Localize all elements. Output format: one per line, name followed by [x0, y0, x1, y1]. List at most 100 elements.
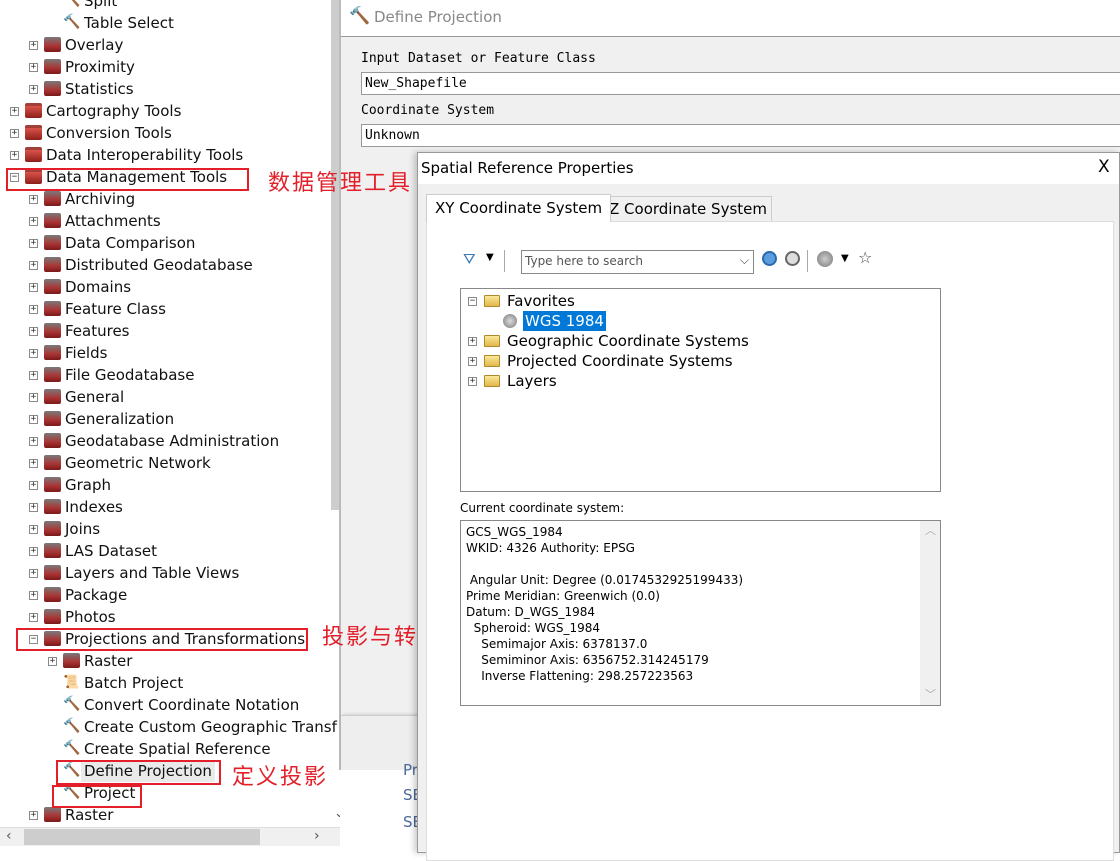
cs-tree-item[interactable]: + Projected Coordinate Systems [461, 351, 931, 371]
tree-item-label: File Geodatabase [65, 366, 195, 384]
expand-icon[interactable]: + [29, 547, 38, 556]
tree-item[interactable]: + Raster [0, 650, 330, 672]
expand-icon[interactable]: + [29, 217, 38, 226]
search-input[interactable]: Type here to search ⌵ [521, 250, 754, 274]
cs-tree-item[interactable]: WGS 1984 [461, 311, 931, 331]
tree-item[interactable]: 🔨 Create Spatial Reference [0, 738, 330, 760]
expand-icon[interactable]: + [29, 437, 38, 446]
collapse-icon[interactable]: − [468, 297, 477, 306]
globe-add-icon[interactable] [817, 251, 833, 267]
expand-icon[interactable]: + [29, 811, 38, 820]
horizontal-scrollbar[interactable]: ‹ › [0, 827, 350, 846]
tree-item[interactable]: + Domains [0, 276, 330, 298]
tree-item[interactable]: + Attachments [0, 210, 330, 232]
tree-item[interactable]: + Raster [0, 804, 330, 826]
expand-icon[interactable]: + [29, 41, 38, 50]
search-icon[interactable] [762, 251, 777, 266]
expand-icon[interactable]: + [29, 503, 38, 512]
tree-item[interactable]: 📜 Batch Project [0, 672, 330, 694]
tree-item[interactable]: + Layers and Table Views [0, 562, 330, 584]
expand-icon[interactable]: + [29, 393, 38, 402]
scroll-left-icon[interactable]: ‹ [6, 828, 12, 844]
tree-item[interactable]: 🔨 Split [0, 0, 330, 12]
tree-item[interactable]: + Statistics [0, 78, 330, 100]
dialog-title: Spatial Reference Properties [421, 159, 634, 177]
expand-icon[interactable]: + [48, 657, 57, 666]
tree-item-label: Convert Coordinate Notation [84, 696, 300, 714]
toolset-icon [44, 213, 61, 228]
expand-icon[interactable]: + [29, 305, 38, 314]
chevron-down-icon[interactable]: ⌵ [740, 253, 749, 268]
tree-item[interactable]: + Geodatabase Administration [0, 430, 330, 452]
expand-icon[interactable]: + [29, 63, 38, 72]
expand-icon[interactable]: + [29, 459, 38, 468]
expand-icon[interactable]: + [10, 107, 19, 116]
tab-xy-coordinate-system[interactable]: XY Coordinate System [426, 194, 612, 222]
expand-icon[interactable]: + [29, 591, 38, 600]
expand-icon[interactable]: + [29, 569, 38, 578]
expand-icon[interactable]: + [468, 377, 477, 386]
tree-item[interactable]: + Fields [0, 342, 330, 364]
tree-item[interactable]: + File Geodatabase [0, 364, 330, 386]
expand-icon[interactable]: + [29, 261, 38, 270]
expand-icon[interactable]: + [468, 357, 477, 366]
expand-icon[interactable]: + [29, 525, 38, 534]
tree-item[interactable]: + Data Interoperability Tools [0, 144, 330, 166]
hammer-icon: 🔨 [63, 740, 81, 756]
expand-icon[interactable]: + [29, 415, 38, 424]
tree-item[interactable]: + Cartography Tools [0, 100, 330, 122]
tree-item[interactable]: + Package [0, 584, 330, 606]
scroll-down-icon[interactable]: ﹀ [925, 687, 936, 703]
cs-tree-item[interactable]: + Geographic Coordinate Systems [461, 331, 931, 351]
expand-icon[interactable]: + [29, 613, 38, 622]
expand-icon[interactable]: + [29, 371, 38, 380]
tree-item[interactable]: + Proximity [0, 56, 330, 78]
favorites-folder-icon [484, 295, 500, 307]
close-icon[interactable]: X [1098, 157, 1110, 177]
clear-search-icon[interactable] [785, 251, 800, 266]
dropdown-arrow-icon[interactable]: ▼ [486, 252, 494, 263]
scroll-up-icon[interactable]: ︿ [925, 523, 936, 539]
expand-icon[interactable]: + [29, 239, 38, 248]
details-scrollbar[interactable]: ︿ ﹀ [920, 521, 940, 705]
horizontal-scrollbar-thumb[interactable] [24, 829, 260, 845]
expand-icon[interactable]: + [468, 337, 477, 346]
tree-item[interactable]: + Joins [0, 518, 330, 540]
tree-item-label: Joins [65, 520, 101, 538]
expand-icon[interactable]: + [29, 283, 38, 292]
expand-icon[interactable]: + [29, 327, 38, 336]
tree-item[interactable]: 🔨 Table Select [0, 12, 330, 34]
tree-item[interactable]: 🔨 Create Custom Geographic Transf [0, 716, 337, 738]
tree-item[interactable]: + Photos [0, 606, 330, 628]
dropdown-arrow-icon[interactable]: ▼ [841, 253, 849, 264]
cs-tree-item[interactable]: − Favorites [461, 291, 931, 311]
cs-tree-item[interactable]: + Layers [461, 371, 931, 391]
tree-item[interactable]: + Feature Class [0, 298, 330, 320]
tree-item[interactable]: + Data Comparison [0, 232, 330, 254]
scroll-right-icon[interactable]: › [314, 828, 320, 844]
tree-item[interactable]: + Geometric Network [0, 452, 330, 474]
tree-item[interactable]: + Indexes [0, 496, 330, 518]
expand-icon[interactable]: + [29, 349, 38, 358]
tree-item[interactable]: + Distributed Geodatabase [0, 254, 330, 276]
filter-icon[interactable]: ⛛ [463, 250, 476, 268]
expand-icon[interactable]: + [29, 481, 38, 490]
tree-item[interactable]: + LAS Dataset [0, 540, 330, 562]
coordinate-system-field[interactable]: Unknown [361, 124, 1120, 147]
tree-item[interactable]: + Graph [0, 474, 330, 496]
input-dataset-field[interactable]: New_Shapefile [361, 72, 1120, 95]
tree-item-label: Layers and Table Views [65, 564, 240, 582]
expand-icon[interactable]: + [29, 195, 38, 204]
expand-icon[interactable]: + [29, 85, 38, 94]
add-favorite-star-icon[interactable]: ☆ [858, 248, 872, 267]
tree-item[interactable]: + Overlay [0, 34, 330, 56]
tree-item[interactable]: + General [0, 386, 330, 408]
dialog-title-bar: Spatial Reference Properties X [418, 153, 1119, 184]
tree-item[interactable]: + Features [0, 320, 330, 342]
expand-icon[interactable]: + [10, 151, 19, 160]
expand-icon[interactable]: + [10, 129, 19, 138]
tree-item[interactable]: + Conversion Tools [0, 122, 330, 144]
tree-item[interactable]: + Generalization [0, 408, 330, 430]
tree-item[interactable]: 🔨 Convert Coordinate Notation [0, 694, 330, 716]
tab-z-coordinate-system[interactable]: Z Coordinate System [604, 196, 772, 221]
